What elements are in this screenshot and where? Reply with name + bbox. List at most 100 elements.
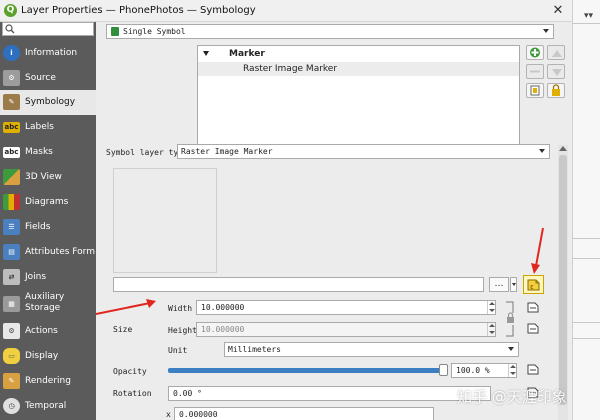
search-icon	[5, 24, 15, 34]
sidebar-item-information[interactable]: i Information	[0, 41, 96, 66]
sidebar-item-label: Information	[25, 48, 78, 58]
info-icon: i	[3, 45, 20, 61]
joins-icon: ⇄	[3, 269, 20, 285]
sidebar-item-label: Temporal	[25, 401, 67, 411]
image-preview	[113, 168, 217, 273]
sidebar-item-label: Source	[25, 73, 56, 83]
move-up-button[interactable]	[547, 45, 565, 60]
svg-text:ε: ε	[530, 283, 534, 291]
annotation-arrow-override	[531, 227, 544, 274]
sidebar-search-input[interactable]	[2, 22, 94, 36]
sidebar-item-symbology[interactable]: ✎ Symbology	[0, 90, 96, 115]
attributes-form-icon: ▤	[3, 244, 20, 260]
rotation-input[interactable]: 0.00 °	[168, 386, 491, 401]
chevron-down-icon	[539, 149, 545, 153]
title-bar: Q Layer Properties — PhonePhotos — Symbo…	[0, 0, 572, 22]
chevron-down-icon[interactable]: ▾▾	[584, 11, 593, 21]
remove-layer-button[interactable]	[526, 64, 544, 79]
sidebar-item-source[interactable]: ⚙ Source	[0, 66, 96, 91]
sidebar-item-auxiliary-storage[interactable]: ▦ Auxiliary Storage	[0, 290, 96, 319]
opacity-input[interactable]: 100.0 %	[451, 363, 517, 378]
sidebar-item-label: Attributes Form	[25, 247, 95, 257]
collapse-arrow-icon[interactable]	[203, 51, 209, 56]
height-spinner[interactable]	[487, 323, 495, 336]
symbol-layer-type-label: Symbol layer type	[106, 148, 188, 157]
arrow-up-icon	[552, 50, 562, 57]
sidebar-item-attributes-form[interactable]: ▤ Attributes Form	[0, 240, 96, 265]
browse-button[interactable]: …	[489, 277, 509, 292]
add-layer-button[interactable]	[526, 45, 544, 60]
auxiliary-storage-icon: ▦	[3, 296, 20, 312]
symbology-panel: Single Symbol Marker Raster Image Marker	[96, 22, 572, 420]
sidebar-item-masks[interactable]: abc Masks	[0, 140, 96, 165]
sidebar-item-diagrams[interactable]: Diagrams	[0, 190, 96, 215]
sidebar-item-fields[interactable]: ☰ Fields	[0, 215, 96, 240]
sidebar-item-label: Symbology	[25, 97, 76, 107]
tree-row-marker[interactable]: Marker	[198, 47, 519, 61]
sidebar-item-label: Masks	[25, 147, 53, 157]
source-icon: ⚙	[3, 70, 20, 86]
rotation-label: Rotation	[113, 389, 152, 398]
renderer-dropdown[interactable]: Single Symbol	[106, 24, 554, 39]
scroll-up-icon[interactable]	[559, 146, 567, 151]
sidebar-item-3d-view[interactable]: 3D View	[0, 165, 96, 190]
symbol-layer-type-value: Raster Image Marker	[181, 147, 273, 156]
display-icon: ▭	[3, 348, 20, 364]
sidebar-item-label: Joins	[25, 272, 47, 282]
opacity-spinner[interactable]	[508, 364, 516, 377]
chevron-down-icon	[512, 283, 516, 286]
lock-aspect-ratio-icon[interactable]	[503, 300, 517, 338]
lock-icon	[552, 84, 560, 96]
sidebar-item-label: 3D View	[25, 172, 62, 182]
vertical-scrollbar[interactable]	[558, 145, 568, 420]
watermark-text: 知乎 @天涯印象	[457, 388, 567, 406]
sidebar-item-rendering[interactable]: ✎ Rendering	[0, 369, 96, 394]
data-defined-override-icon[interactable]	[526, 301, 540, 314]
width-label: Width	[168, 304, 193, 313]
opacity-value: 100.0 %	[456, 366, 490, 375]
sidebar-item-label: Fields	[25, 222, 51, 232]
rendering-icon: ✎	[3, 373, 20, 389]
symbology-icon: ✎	[3, 94, 20, 110]
rotation-value: 0.00 °	[173, 389, 202, 398]
sidebar-item-labels[interactable]: abc Labels	[0, 115, 96, 140]
height-label: Height	[168, 326, 197, 335]
size-group-label: Size	[113, 325, 133, 334]
opacity-slider[interactable]	[168, 368, 445, 373]
opacity-slider-handle[interactable]	[439, 364, 448, 376]
close-button[interactable]: ✕	[550, 3, 566, 19]
sidebar-item-label: Auxiliary Storage	[25, 292, 65, 313]
opacity-label: Opacity	[113, 367, 147, 376]
unit-value: Millimeters	[228, 345, 281, 354]
offset-x-label: x	[166, 410, 171, 419]
sidebar-item-temporal[interactable]: ◷ Temporal	[0, 394, 96, 419]
duplicate-layer-button[interactable]	[526, 83, 544, 98]
move-down-button[interactable]	[547, 64, 565, 79]
sidebar-item-label: Labels	[25, 122, 54, 132]
unit-dropdown[interactable]: Millimeters	[224, 342, 519, 357]
tree-marker-label: Marker	[229, 49, 265, 59]
symbol-layer-type-dropdown[interactable]: Raster Image Marker	[177, 144, 550, 159]
duplicate-icon	[530, 85, 540, 96]
sidebar-item-display[interactable]: ▭ Display	[0, 344, 96, 369]
width-input[interactable]: 10.000000	[196, 300, 496, 315]
width-value: 10.000000	[201, 303, 245, 312]
browse-options-button[interactable]	[510, 277, 517, 292]
image-path-input[interactable]	[113, 277, 484, 292]
sidebar-item-joins[interactable]: ⇄ Joins	[0, 265, 96, 290]
qgis-logo-icon: Q	[4, 4, 17, 17]
lock-layer-button[interactable]	[547, 83, 565, 98]
data-defined-override-icon[interactable]	[526, 363, 540, 376]
scrollbar-thumb[interactable]	[559, 155, 567, 405]
symbol-layer-tree: Marker Raster Image Marker	[197, 45, 520, 155]
diagrams-icon	[3, 194, 20, 210]
data-defined-override-button[interactable]: ε	[523, 275, 544, 294]
data-defined-override-icon[interactable]	[526, 322, 540, 335]
data-defined-override-icon: ε	[527, 279, 540, 291]
width-spinner[interactable]	[487, 301, 495, 314]
height-input[interactable]: 10.000000	[196, 322, 496, 337]
sidebar-item-label: Actions	[25, 326, 58, 336]
sidebar-item-actions[interactable]: ⚙ Actions	[0, 319, 96, 344]
tree-row-raster-image-marker[interactable]: Raster Image Marker	[198, 62, 519, 76]
offset-x-input[interactable]: 0.000000	[174, 407, 434, 420]
